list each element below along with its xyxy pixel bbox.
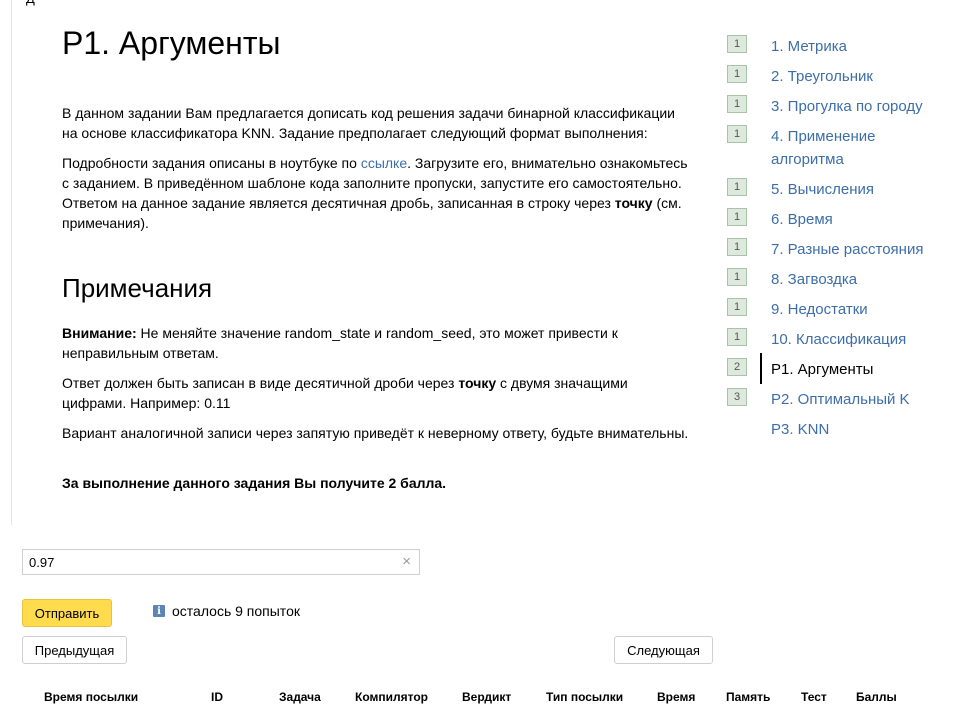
nav-item-label[interactable]: 2. Треугольник bbox=[771, 65, 946, 88]
score-badge: 1 bbox=[727, 125, 747, 143]
comma-note: Вариант аналогичной записи через запятую… bbox=[62, 425, 689, 441]
warning-text: Не меняйте значение random_state и rando… bbox=[62, 325, 618, 361]
details-paragraph: Подробности задания описаны в ноутбуке п… bbox=[62, 153, 692, 233]
score-badge: 1 bbox=[727, 328, 747, 346]
nav-item-label[interactable]: 4. Применение алгоритма bbox=[771, 125, 946, 171]
score-badge: 3 bbox=[727, 388, 747, 406]
score-badge: 1 bbox=[727, 178, 747, 196]
clear-icon[interactable]: × bbox=[402, 553, 411, 571]
next-button[interactable]: Следующая bbox=[614, 636, 713, 664]
score-badge: 1 bbox=[727, 238, 747, 256]
col-score: Баллы bbox=[856, 690, 897, 704]
nav-item-label[interactable]: 3. Прогулка по городу bbox=[771, 95, 946, 118]
points-note: За выполнение данного задания Вы получит… bbox=[62, 475, 447, 491]
submit-button[interactable]: Отправить bbox=[22, 599, 112, 627]
col-verdict: Вердикт bbox=[462, 690, 512, 704]
nav-item-label[interactable]: 7. Разные расстояния bbox=[771, 238, 946, 261]
attempts-text: осталось 9 попыток bbox=[172, 603, 300, 619]
page-title: P1. Аргументы bbox=[62, 25, 281, 61]
info-icon: i bbox=[153, 605, 165, 617]
nav-item-label[interactable]: 5. Вычисления bbox=[771, 178, 946, 201]
corner-text: Д bbox=[26, 0, 35, 6]
score-badge: 2 bbox=[727, 358, 747, 376]
format-paragraph: Ответ должен быть записан в виде десятич… bbox=[62, 373, 692, 413]
nav-item-label[interactable]: P2. Оптимальный K bbox=[771, 388, 946, 411]
warning-label: Внимание: bbox=[62, 325, 137, 341]
col-test: Тест bbox=[801, 690, 827, 704]
previous-button[interactable]: Предыдущая bbox=[22, 636, 127, 664]
active-indicator bbox=[760, 353, 762, 384]
nav-item-label[interactable]: 1. Метрика bbox=[771, 35, 946, 58]
nav-item-label[interactable]: 6. Время bbox=[771, 208, 946, 231]
submissions-table-header: Время посылки ID Задача Компилятор Верди… bbox=[0, 690, 967, 706]
warning-paragraph: Внимание: Не меняйте значение random_sta… bbox=[62, 323, 692, 363]
col-memory: Память bbox=[726, 690, 771, 704]
col-compiler: Компилятор bbox=[355, 690, 429, 704]
score-badge: 1 bbox=[727, 208, 747, 226]
attempts-info: i осталось 9 попыток bbox=[153, 603, 300, 619]
notebook-link[interactable]: ссылке bbox=[361, 155, 407, 171]
answer-input[interactable] bbox=[23, 550, 399, 574]
answer-field[interactable]: × bbox=[22, 549, 420, 575]
intro-paragraph: В данном задании Вам предлагается дописа… bbox=[62, 105, 675, 141]
col-task: Задача bbox=[279, 690, 321, 704]
nav-item-label[interactable]: 8. Загвоздка bbox=[771, 268, 946, 291]
col-submission-type: Тип посылки bbox=[546, 690, 624, 704]
col-time: Время bbox=[657, 690, 696, 704]
nav-item-label[interactable]: P3. KNN bbox=[771, 418, 946, 441]
left-divider bbox=[11, 0, 12, 525]
score-badge: 1 bbox=[727, 35, 747, 53]
details-text-1: Подробности задания описаны в ноутбуке п… bbox=[62, 155, 361, 171]
nav-item-label[interactable]: 10. Классификация bbox=[771, 328, 946, 351]
format-text-1: Ответ должен быть записан в виде десятич… bbox=[62, 375, 459, 391]
col-submit-time: Время посылки bbox=[44, 690, 139, 704]
score-badge: 1 bbox=[727, 95, 747, 113]
score-badge: 1 bbox=[727, 65, 747, 83]
score-badge: 1 bbox=[727, 268, 747, 286]
score-badge: 1 bbox=[727, 298, 747, 316]
nav-item-label[interactable]: P1. Аргументы bbox=[771, 358, 946, 381]
nav-item-label[interactable]: 9. Недостатки bbox=[771, 298, 946, 321]
notes-heading: Примечания bbox=[62, 273, 213, 303]
details-bold: точку bbox=[614, 195, 653, 211]
format-bold: точку bbox=[458, 375, 497, 391]
col-id: ID bbox=[211, 690, 223, 704]
